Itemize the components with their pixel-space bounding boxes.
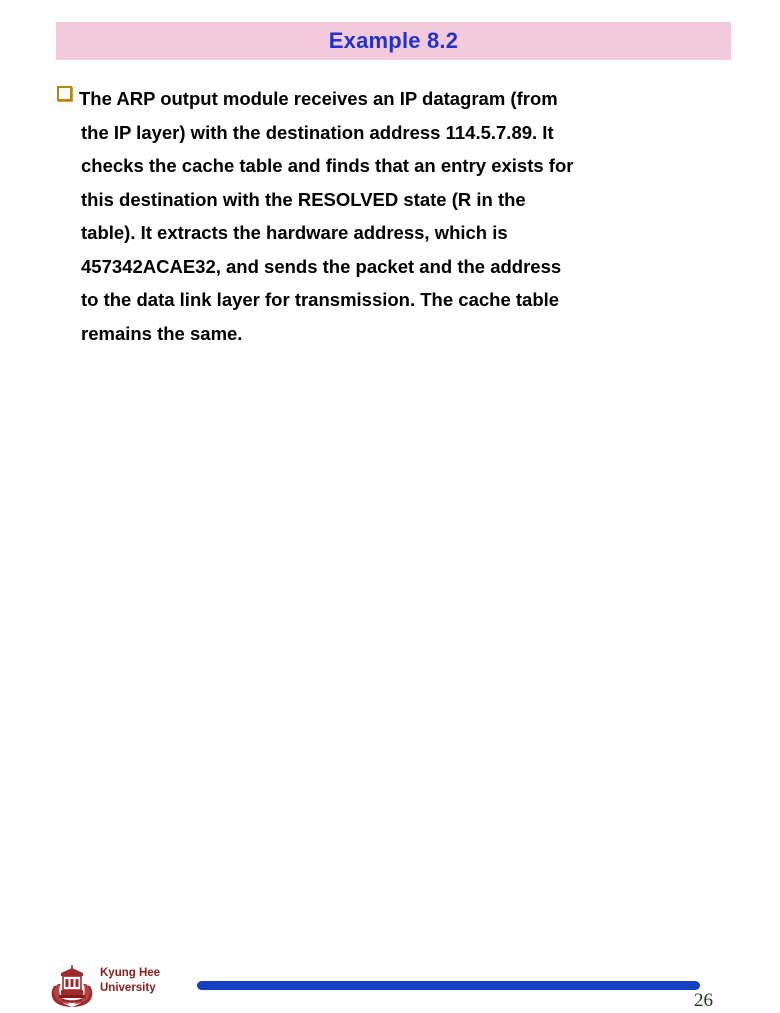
institution-name-line1: Kyung Hee [100, 967, 161, 979]
body-paragraph: The ARP output module receives an IP dat… [56, 82, 746, 350]
page-number: 26 [694, 990, 713, 1011]
slide-footer: Kyung Hee University 26 [0, 478, 780, 1011]
hollow-square-bullet-icon [57, 86, 72, 101]
body-line: this destination with the RESOLVED state… [81, 188, 526, 210]
body-content: The ARP output module receives an IP dat… [56, 82, 746, 350]
slide-title: Example 8.2 [328, 28, 459, 53]
body-line: remains the same. [81, 322, 243, 344]
footer-accent-bar [197, 981, 700, 990]
kyung-hee-university-crest-icon [48, 964, 96, 1008]
body-line: checks the cache table and finds that an… [81, 155, 574, 176]
body-line: 457342ACAE32, and sends the packet and t… [81, 255, 562, 277]
body-line: to the data link layer for transmission.… [81, 289, 560, 310]
bullet-item: The ARP output module receives an IP dat… [56, 82, 746, 350]
institution-name-line2: University [100, 982, 156, 994]
title-banner: Example 8.2 [56, 22, 731, 60]
body-line: the IP layer) with the destination addre… [81, 121, 554, 143]
body-line: table). It extracts the hardware address… [81, 222, 508, 243]
slide-canvas: Example 8.2 The ARP output module receiv… [0, 0, 780, 1011]
institution-name: Kyung Hee University [100, 966, 210, 996]
body-line: The ARP output module receives an IP dat… [79, 88, 558, 109]
